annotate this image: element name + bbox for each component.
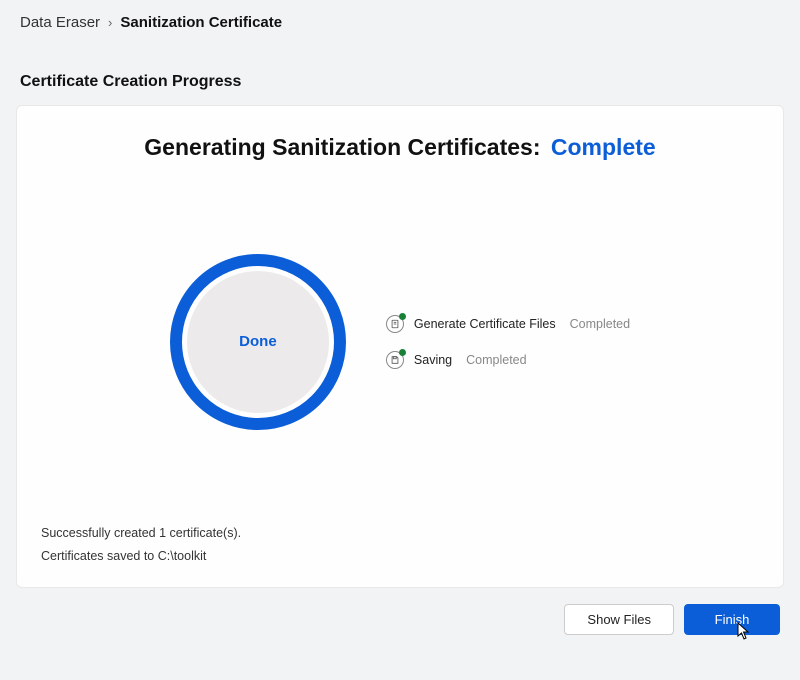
breadcrumb-root[interactable]: Data Eraser: [20, 14, 100, 31]
step-status: Completed: [466, 353, 526, 367]
show-files-button[interactable]: Show Files: [564, 604, 674, 635]
headline: Generating Sanitization Certificates: Co…: [41, 134, 759, 161]
progress-card: Generating Sanitization Certificates: Co…: [16, 105, 784, 588]
step-list: Generate Certificate Files Completed Sav…: [386, 315, 630, 369]
section-title: Certificate Creation Progress: [0, 43, 800, 105]
progress-ring: Done: [170, 254, 346, 430]
center-area: Done Generate Certificate Files Complete…: [41, 181, 759, 502]
button-bar: Show Files Finish: [0, 588, 800, 635]
step-item: Saving Completed: [386, 351, 630, 369]
progress-center-label: Done: [187, 271, 329, 413]
summary-line-2: Certificates saved to C:\toolkit: [41, 545, 759, 568]
summary-text: Successfully created 1 certificate(s). C…: [41, 522, 759, 567]
step-label: Saving: [414, 353, 452, 367]
summary-line-1: Successfully created 1 certificate(s).: [41, 522, 759, 545]
breadcrumb-current: Sanitization Certificate: [120, 14, 282, 31]
step-label: Generate Certificate Files: [414, 317, 556, 331]
step-status: Completed: [570, 317, 630, 331]
chevron-right-icon: ›: [108, 15, 112, 30]
document-icon: [386, 315, 404, 333]
step-item: Generate Certificate Files Completed: [386, 315, 630, 333]
breadcrumb: Data Eraser › Sanitization Certificate: [0, 0, 800, 43]
status-dot-icon: [399, 349, 406, 356]
headline-status: Complete: [551, 134, 656, 160]
headline-prefix: Generating Sanitization Certificates:: [144, 134, 540, 160]
save-icon: [386, 351, 404, 369]
progress-circle: Done: [170, 254, 346, 430]
status-dot-icon: [399, 313, 406, 320]
finish-button[interactable]: Finish: [684, 604, 780, 635]
